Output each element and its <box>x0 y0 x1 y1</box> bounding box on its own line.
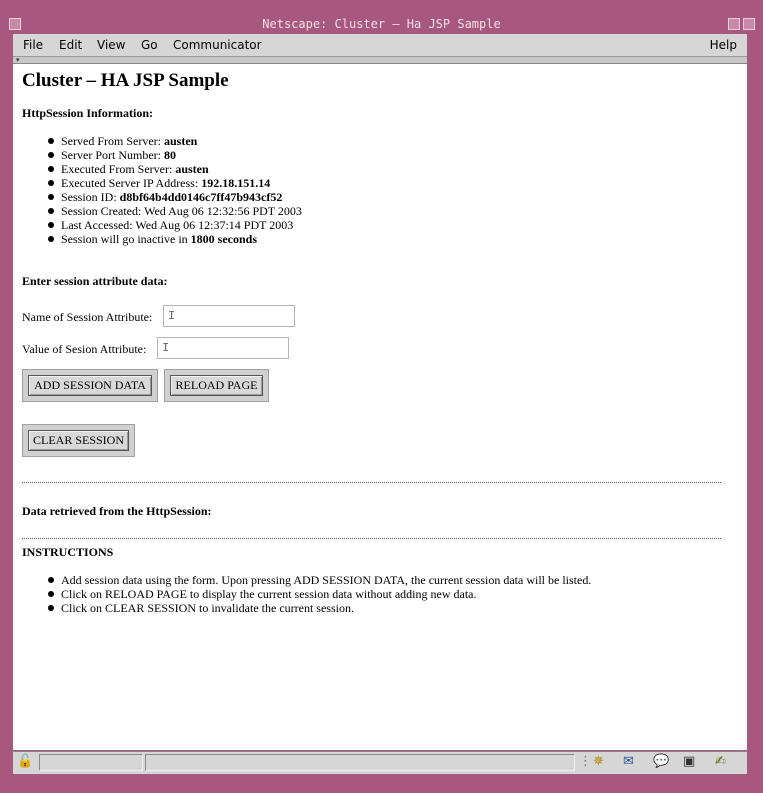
clear-session-button-frame: CLEAR SESSION <box>22 424 135 457</box>
session-info-list: Served From Server: austen Server Port N… <box>43 134 302 246</box>
divider <box>22 482 721 483</box>
attribute-value-input[interactable]: I <box>157 337 289 359</box>
window-bottom-border <box>4 774 759 789</box>
security-lock-icon[interactable]: 🔓 <box>17 753 33 771</box>
maximize-button[interactable] <box>743 18 755 30</box>
list-item: Last Accessed: Wed Aug 06 12:37:14 PDT 2… <box>43 218 302 232</box>
reload-page-button-frame: RELOAD PAGE <box>164 369 269 402</box>
list-item: Served From Server: austen <box>43 134 302 148</box>
list-item: Server Port Number: 80 <box>43 148 302 162</box>
list-item: Click on CLEAR SESSION to invalidate the… <box>43 601 591 615</box>
list-item: Add session data using the form. Upon pr… <box>43 573 591 587</box>
add-session-data-button[interactable]: ADD SESSION DATA <box>28 375 152 396</box>
toolbar-expand-grip-icon[interactable]: ▾ <box>16 57 20 64</box>
reload-page-button[interactable]: RELOAD PAGE <box>170 375 263 396</box>
attribute-value-label: Value of Sesion Attribute: <box>22 342 147 356</box>
page-title: Cluster – HA JSP Sample <box>22 70 229 91</box>
menu-communicator[interactable]: Communicator <box>173 38 262 52</box>
text-cursor-icon: I <box>168 309 176 323</box>
component-bar-navigator-icon[interactable]: ✵ <box>593 753 604 771</box>
text-cursor-icon: I <box>162 341 170 355</box>
list-item: Executed Server IP Address: 192.18.151.1… <box>43 176 302 190</box>
list-item: Session will go inactive in 1800 seconds <box>43 232 302 246</box>
menu-edit[interactable]: Edit <box>59 38 82 52</box>
collapsed-toolbar[interactable]: ▾ <box>13 57 747 64</box>
browser-window: Netscape: Cluster – Ha JSP Sample File E… <box>0 0 763 793</box>
page-content: Cluster – HA JSP Sample HttpSession Info… <box>13 64 747 750</box>
instructions-list: Add session data using the form. Upon pr… <box>43 573 591 615</box>
add-session-data-button-frame: ADD SESSION DATA <box>22 369 158 402</box>
form-heading: Enter session attribute data: <box>22 274 168 288</box>
window-title: Netscape: Cluster – Ha JSP Sample <box>262 17 501 31</box>
menu-file[interactable]: File <box>23 38 43 52</box>
divider <box>22 538 721 539</box>
list-item: Click on RELOAD PAGE to display the curr… <box>43 587 591 601</box>
menu-view[interactable]: View <box>97 38 125 52</box>
progress-field <box>39 754 143 771</box>
discussion-icon[interactable]: 💬 <box>653 753 669 771</box>
minimize-button[interactable] <box>728 18 740 30</box>
window-menu-button[interactable] <box>9 18 21 30</box>
list-item: Session Created: Wed Aug 06 12:32:56 PDT… <box>43 204 302 218</box>
status-message-field <box>145 754 575 771</box>
clear-session-button[interactable]: CLEAR SESSION <box>28 430 129 451</box>
retrieved-data-heading: Data retrieved from the HttpSession: <box>22 504 212 518</box>
composer-icon[interactable]: ▣ <box>683 753 695 771</box>
attribute-name-input[interactable]: I <box>163 305 295 327</box>
component-bar-grip-icon[interactable]: ⋮ <box>579 753 592 771</box>
list-item: Executed From Server: austen <box>43 162 302 176</box>
mail-icon[interactable]: ✉ <box>623 753 634 771</box>
signed-edit-icon[interactable]: ✍ <box>715 753 726 771</box>
menu-go[interactable]: Go <box>141 38 158 52</box>
list-item: Session ID: d8bf64b4dd0146c7ff47b943cf52 <box>43 190 302 204</box>
attribute-name-label: Name of Session Attribute: <box>22 310 153 324</box>
menu-help[interactable]: Help <box>710 38 737 52</box>
title-bar[interactable]: Netscape: Cluster – Ha JSP Sample <box>4 15 759 34</box>
instructions-heading: INSTRUCTIONS <box>22 545 114 559</box>
session-info-heading: HttpSession Information: <box>22 106 154 120</box>
menu-bar: File Edit View Go Communicator Help <box>13 34 747 57</box>
status-bar: 🔓 ⋮ ✵ ✉ 💬 ▣ ✍ <box>13 751 747 774</box>
